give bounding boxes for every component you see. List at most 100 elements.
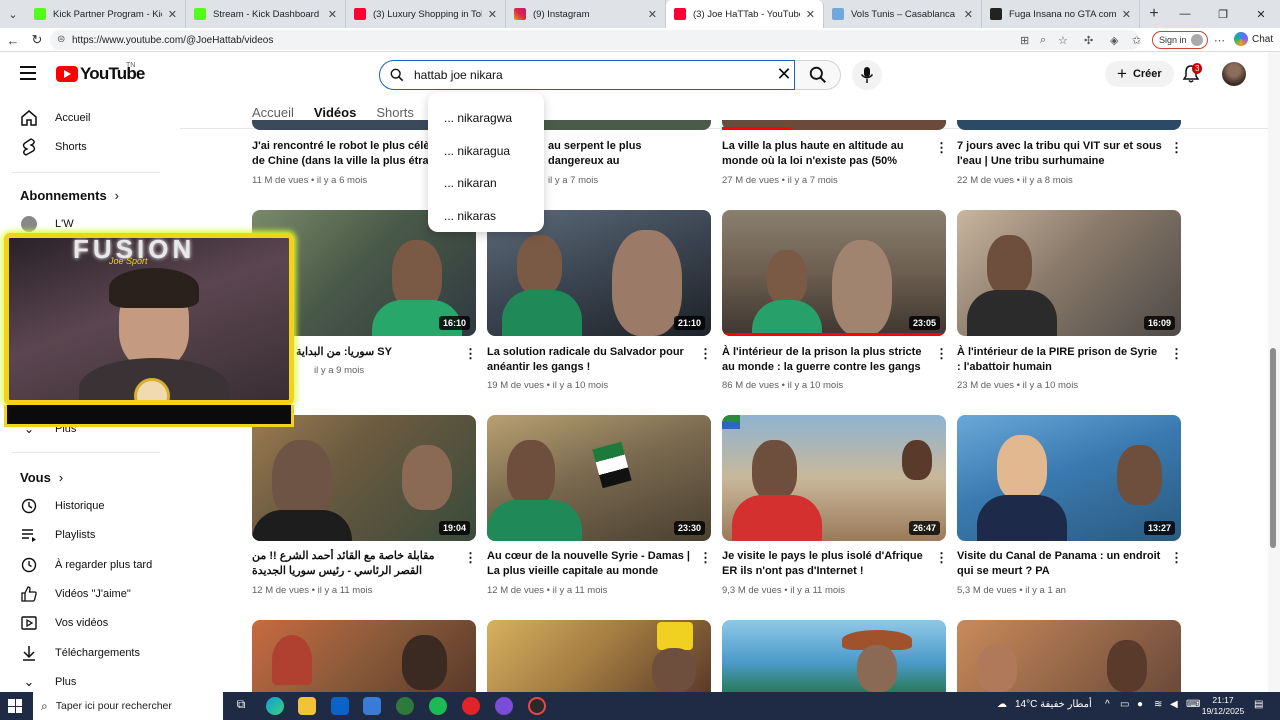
favorites-icon[interactable]: ✩ — [1132, 34, 1141, 47]
video-thumbnail[interactable] — [722, 120, 946, 130]
app-install-icon[interactable]: ⊞ — [1020, 34, 1029, 47]
video-thumbnail[interactable] — [722, 620, 946, 692]
browser-tab[interactable]: (9) Instagram ✕ — [506, 0, 666, 28]
search-button[interactable] — [795, 60, 841, 90]
taskbar-search[interactable]: ⌕ Taper ici pour rechercher — [33, 692, 223, 720]
tray-chevron-icon[interactable]: ^ — [1105, 699, 1110, 710]
more-menu-icon[interactable]: ⋯ — [1214, 34, 1225, 47]
you-header[interactable]: Vous › — [20, 470, 63, 485]
video-thumbnail[interactable] — [957, 120, 1181, 130]
close-tab-icon[interactable]: ✕ — [1122, 8, 1131, 21]
url-field[interactable]: ⊜ https://www.youtube.com/@JoeHattab/vid… — [50, 30, 1140, 50]
close-tab-icon[interactable]: ✕ — [806, 8, 815, 21]
browser-tab[interactable]: Stream - Kick Dashboard ✕ — [186, 0, 346, 28]
video-more-icon[interactable]: ⋮ — [699, 346, 712, 362]
chrome-app-icon[interactable] — [528, 697, 546, 715]
wifi-icon[interactable]: ≋ — [1154, 699, 1162, 710]
close-tab-icon[interactable]: ✕ — [964, 8, 973, 21]
new-tab-icon[interactable]: + — [1140, 0, 1168, 28]
video-thumbnail[interactable]: 13:27 — [957, 415, 1181, 541]
weather-icon[interactable]: ☁ — [997, 699, 1007, 710]
subscriptions-header[interactable]: Abonnements › — [20, 188, 119, 203]
volume-icon[interactable]: ◀ — [1170, 699, 1178, 710]
sidebar-item-accueil[interactable]: Accueil — [0, 103, 172, 133]
video-title[interactable]: Je visite le pays le plus isolé d'Afriqu… — [722, 549, 928, 579]
browser-essentials-icon[interactable]: ◈ — [1110, 34, 1118, 47]
video-title[interactable]: au serpent le plus dangereux au — [548, 139, 694, 169]
outlook-icon[interactable] — [331, 697, 349, 715]
video-thumbnail[interactable] — [252, 620, 476, 692]
suggestion-item[interactable]: ... nikaras — [428, 200, 544, 233]
tab-shorts[interactable]: Shorts — [376, 105, 414, 120]
tab-search-menu-icon[interactable]: ⌄ — [0, 0, 26, 28]
close-tab-icon[interactable]: ✕ — [488, 8, 497, 21]
video-title[interactable]: 7 jours avec la tribu qui VIT sur et sou… — [957, 139, 1163, 169]
copilot-chat-button[interactable]: Chat — [1234, 32, 1273, 46]
task-view-icon[interactable]: ⧉ — [232, 697, 250, 715]
weather-text[interactable]: 14°C أمطار خفيفة — [1015, 699, 1092, 710]
edge-browser-icon[interactable] — [266, 697, 284, 715]
video-title[interactable]: سوريا: من البداية SY — [296, 345, 456, 360]
file-explorer-icon[interactable] — [298, 697, 316, 715]
opera-icon[interactable] — [462, 697, 480, 715]
sidebar-item-your-videos[interactable]: Vos vidéos — [0, 608, 172, 638]
video-title[interactable]: Visite du Canal de Panama : un endroit q… — [957, 549, 1163, 579]
sidebar-item-playlists[interactable]: Playlists — [0, 520, 172, 550]
restore-icon[interactable]: ❐ — [1204, 0, 1242, 28]
video-more-icon[interactable]: ⋮ — [1170, 346, 1183, 362]
video-more-icon[interactable]: ⋮ — [464, 346, 477, 362]
taskbar-clock[interactable]: 21:17 19/12/2025 — [1200, 695, 1246, 717]
video-title[interactable]: مقابلة خاصة مع القائد أحمد الشرع !! من ا… — [252, 549, 458, 579]
minimize-icon[interactable]: — — [1166, 0, 1204, 28]
back-icon[interactable]: ← — [4, 31, 22, 49]
video-thumbnail[interactable]: 23:30 — [487, 415, 711, 541]
youtube-logo[interactable]: YouTube TN — [56, 62, 145, 84]
search-box[interactable] — [379, 60, 795, 90]
video-more-icon[interactable]: ⋮ — [699, 550, 712, 566]
clear-search-icon[interactable]: ✕ — [776, 65, 792, 83]
windows-start-icon[interactable] — [8, 699, 22, 713]
video-thumbnail[interactable]: 23:05 — [722, 210, 946, 336]
sidebar-item-liked-videos[interactable]: Vidéos "J'aime" — [0, 579, 172, 609]
xbox-icon[interactable] — [396, 697, 414, 715]
voice-search-button[interactable] — [852, 60, 882, 90]
close-window-icon[interactable]: ✕ — [1242, 0, 1280, 28]
suggestion-item[interactable]: ... nikaragua — [428, 135, 544, 168]
video-more-icon[interactable]: ⋮ — [935, 346, 948, 362]
video-thumbnail[interactable] — [487, 620, 711, 692]
video-more-icon[interactable]: ⋮ — [464, 550, 477, 566]
video-title[interactable]: À l'intérieur de la prison la plus stric… — [722, 345, 928, 375]
video-title[interactable]: À l'intérieur de la PIRE prison de Syrie… — [957, 345, 1163, 375]
sidebar-item-historique[interactable]: Historique — [0, 491, 172, 521]
zoom-icon[interactable]: ⌕ — [1040, 34, 1046, 47]
video-thumbnail[interactable]: 19:04 — [252, 415, 476, 541]
video-title[interactable]: Au cœur de la nouvelle Syrie - Damas | L… — [487, 549, 693, 579]
reload-icon[interactable]: ↻ — [28, 31, 46, 49]
video-thumbnail[interactable] — [957, 620, 1181, 692]
site-info-icon[interactable]: ⊜ — [57, 34, 65, 45]
video-thumbnail[interactable]: 26:47 — [722, 415, 946, 541]
mic-tray-icon[interactable]: ● — [1137, 699, 1143, 710]
video-more-icon[interactable]: ⋮ — [1170, 140, 1183, 156]
search-input[interactable] — [414, 68, 754, 82]
video-title[interactable]: La solution radicale du Salvador pour an… — [487, 345, 693, 375]
language-icon[interactable]: ⌨ — [1186, 699, 1200, 710]
obs-icon[interactable] — [495, 697, 513, 715]
browser-tab-active[interactable]: (3) Joe HaTTab - YouTube ✕ — [666, 0, 824, 28]
create-button[interactable]: + Créer — [1105, 61, 1174, 87]
tab-accueil[interactable]: Accueil — [252, 105, 294, 120]
sidebar-item-watch-later[interactable]: À regarder plus tard — [0, 550, 172, 580]
account-avatar[interactable] — [1222, 62, 1246, 86]
extensions-icon[interactable]: ✣ — [1084, 34, 1093, 47]
video-more-icon[interactable]: ⋮ — [935, 550, 948, 566]
close-tab-icon[interactable]: ✕ — [168, 8, 177, 21]
video-more-icon[interactable]: ⋮ — [935, 140, 948, 156]
close-tab-icon[interactable]: ✕ — [328, 8, 337, 21]
video-title[interactable]: La ville la plus haute en altitude au mo… — [722, 139, 928, 169]
suggestion-item[interactable]: ... nikaragwa — [428, 102, 544, 135]
store-icon[interactable] — [363, 697, 381, 715]
browser-tab[interactable]: (3) Luxury Shopping in Tokyo's Gin✕ — [346, 0, 506, 28]
sidebar-item-shorts[interactable]: Shorts — [0, 132, 172, 162]
video-thumbnail[interactable]: 16:09 — [957, 210, 1181, 336]
bookmark-star-icon[interactable]: ☆ — [1058, 34, 1068, 47]
